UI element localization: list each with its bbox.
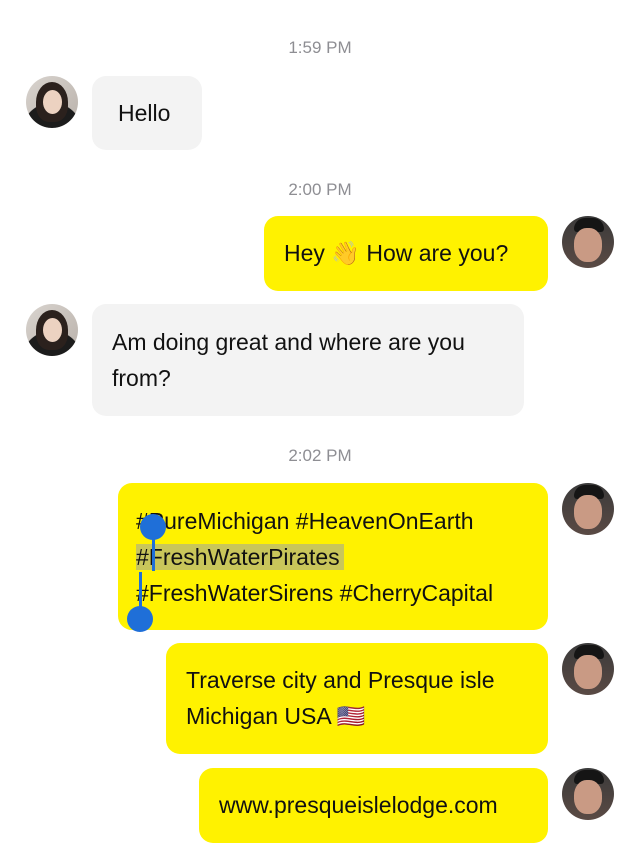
message-text: Hello <box>118 100 171 126</box>
message-text: Traverse city and Presque isle <box>186 667 495 693</box>
outgoing-message[interactable]: Traverse city and Presque isle Michigan … <box>166 643 548 754</box>
us-flag-icon: 🇺🇸 <box>336 704 366 730</box>
selection-end-handle[interactable] <box>127 606 153 632</box>
user-avatar[interactable] <box>562 643 614 695</box>
chat-thread[interactable]: 1:59 PM Hello 2:00 PM Hey 👋 How are you?… <box>0 0 640 853</box>
timestamp: 1:59 PM <box>288 38 352 57</box>
user-avatar[interactable] <box>562 216 614 268</box>
contact-avatar[interactable] <box>26 76 78 128</box>
incoming-message[interactable]: Hello <box>92 76 202 150</box>
outgoing-message[interactable]: Hey 👋 How are you? <box>264 216 548 291</box>
message-text: Hey <box>284 240 332 266</box>
message-text: #PureMichigan #HeavenOnEarth <box>136 508 474 534</box>
message-text: How are you? <box>359 240 509 266</box>
message-text: from? <box>112 365 171 391</box>
user-avatar[interactable] <box>562 768 614 820</box>
message-text: #FreshWaterSirens #CherryCapital <box>136 580 494 606</box>
selection-start-handle[interactable] <box>140 514 166 540</box>
timestamp: 2:00 PM <box>288 180 352 199</box>
timestamp: 2:02 PM <box>288 446 352 465</box>
outgoing-message-selected[interactable]: #PureMichigan #HeavenOnEarth #FreshWater… <box>118 483 548 630</box>
outgoing-message[interactable]: www.presqueislelodge.com <box>199 768 548 843</box>
contact-avatar[interactable] <box>26 304 78 356</box>
user-avatar[interactable] <box>562 483 614 535</box>
selected-text[interactable]: #FreshWaterPirates <box>136 544 344 570</box>
message-text: Am doing great and where are you <box>112 329 465 355</box>
message-text: Michigan USA <box>186 703 337 729</box>
waving-hand-icon: 👋 <box>331 241 360 267</box>
incoming-message[interactable]: Am doing great and where are you from? <box>92 304 524 416</box>
message-link[interactable]: www.presqueislelodge.com <box>219 792 498 818</box>
